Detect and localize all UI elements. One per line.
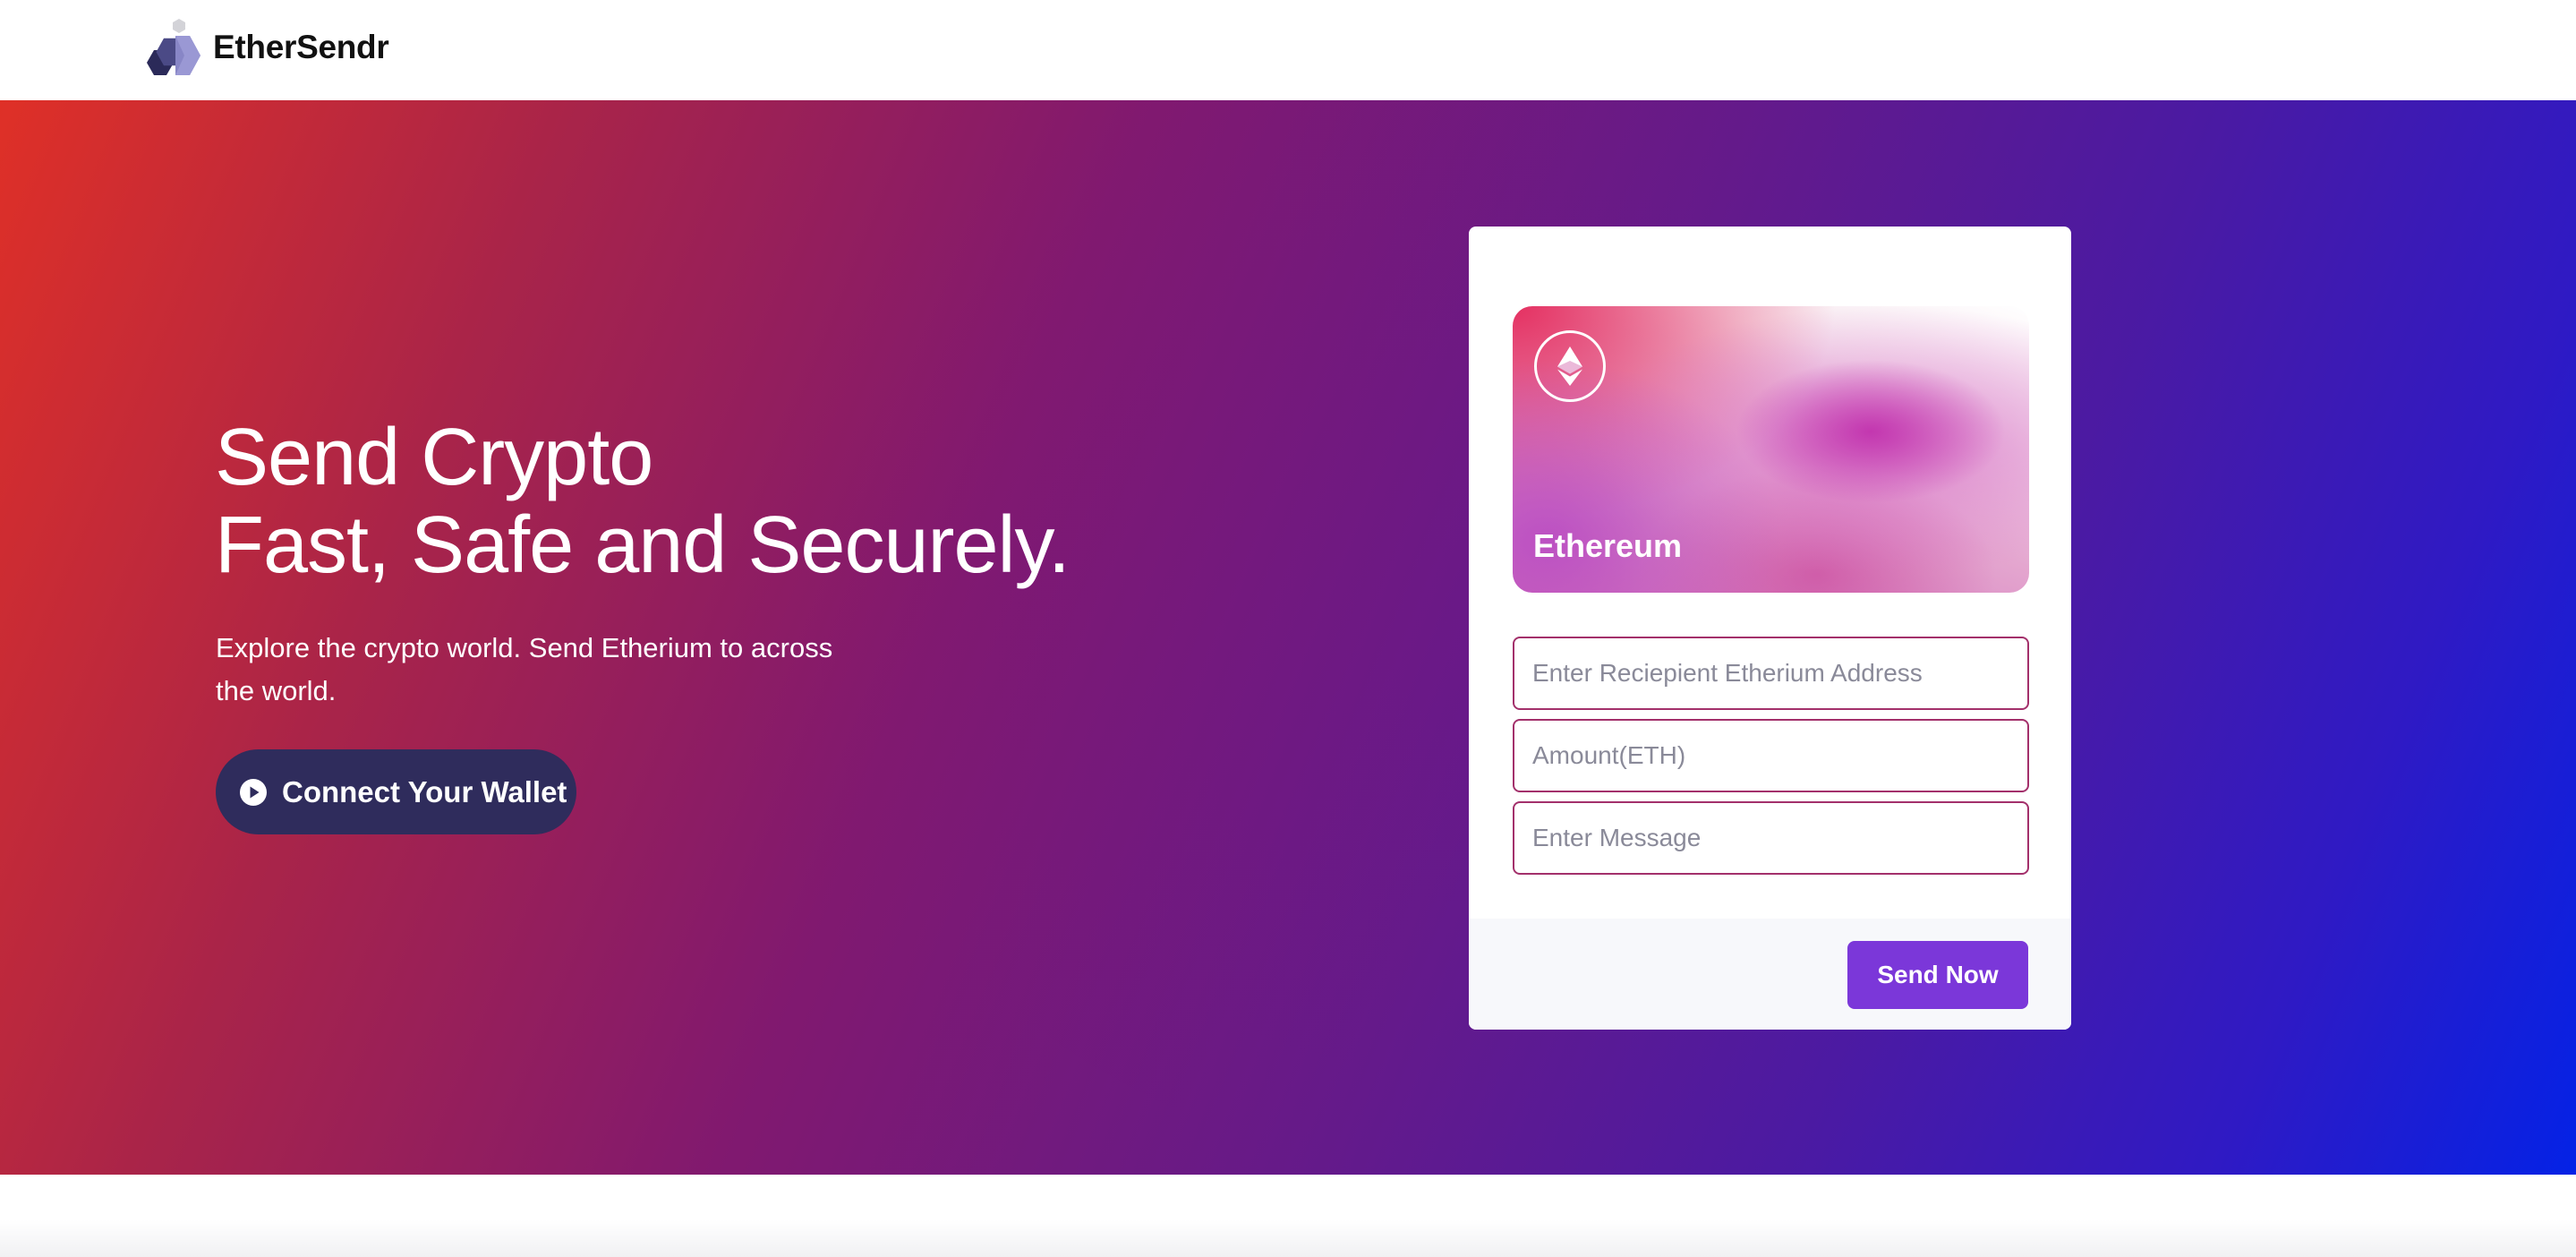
ethereum-label: Ethereum	[1533, 527, 1683, 564]
navbar: EtherSendr	[0, 0, 2576, 100]
recipient-address-input[interactable]	[1513, 637, 2029, 710]
brand-name: EtherSendr	[213, 29, 389, 65]
amount-input[interactable]	[1513, 719, 2029, 792]
brand-logo[interactable]: EtherSendr	[143, 16, 389, 79]
send-now-button[interactable]: Send Now	[1847, 941, 2028, 1009]
hero-section: Send Crypto Fast, Safe and Securely. Exp…	[0, 100, 2576, 1175]
message-input[interactable]	[1513, 801, 2029, 875]
ethereum-card: Ethereum	[1513, 306, 2029, 593]
headline-line-1: Send Crypto	[215, 413, 653, 502]
hero-subtext: Explore the crypto world. Send Etherium …	[216, 632, 833, 706]
play-circle-icon	[240, 778, 267, 806]
hexagon-cluster-icon	[147, 19, 200, 75]
ethereum-icon	[1557, 346, 1582, 386]
hero-headline: Send Crypto Fast, Safe and Securely.	[215, 414, 1070, 589]
headline-line-2: Fast, Safe and Securely.	[215, 500, 1070, 590]
ethereum-icon-badge	[1534, 330, 1606, 402]
connect-wallet-button[interactable]: Connect Your Wallet	[216, 749, 576, 834]
connect-wallet-label: Connect Your Wallet	[282, 774, 567, 808]
transfer-card: Ethereum Send Now	[1469, 227, 2071, 1030]
bottom-section	[0, 1175, 2576, 1257]
card-footer: Send Now	[1469, 919, 2071, 1030]
